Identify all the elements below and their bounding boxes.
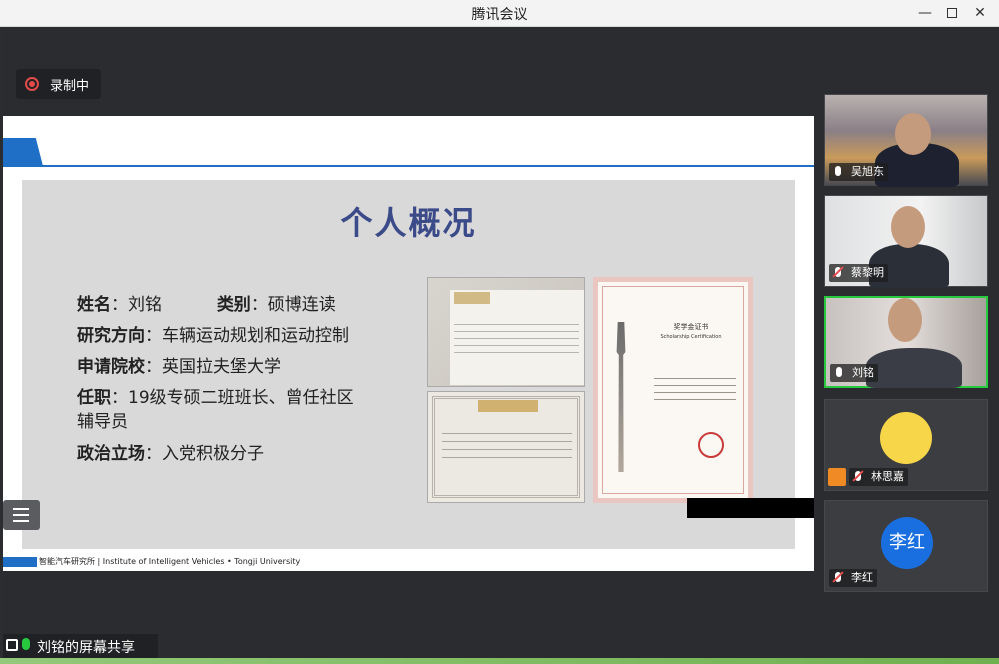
honor-certificate-image-2	[427, 391, 585, 503]
mic-muted-icon	[835, 572, 841, 582]
participant-name: 林思嘉	[871, 470, 904, 483]
participant-tile-active[interactable]: 刘铭	[824, 296, 988, 388]
recording-indicator[interactable]: 录制中	[16, 69, 101, 99]
mic-icon	[835, 166, 841, 176]
screen-share-indicator[interactable]: 刘铭的屏幕共享	[3, 634, 158, 658]
info-row-position-cont: 辅导员	[77, 412, 128, 432]
participant-name-tag: 李红	[829, 569, 877, 587]
title-bar: 腾讯会议 — ✕	[0, 0, 999, 27]
mic-icon	[836, 367, 842, 377]
info-value: ：硕博连读	[250, 295, 336, 315]
info-row-research: 研究方向：车辆运动规划和运动控制	[77, 321, 349, 346]
info-key: 类别	[216, 295, 251, 315]
info-row-school: 申请院校：英国拉夫堡大学	[77, 352, 281, 377]
mic-muted-icon	[835, 267, 841, 277]
participant-tile[interactable]: 李红 李红	[824, 500, 988, 592]
participant-name-tag: 刘铭	[830, 364, 878, 382]
scholarship-certificate-image: 奖学金证书 Scholarship Certification	[593, 277, 753, 503]
tencent-meeting-window: 腾讯会议 — ✕ 录制中 个人概况 姓名：刘铭 类别：硕博连读 研究方向：车辆运…	[0, 0, 999, 664]
mic-muted-icon	[855, 471, 861, 481]
info-row-position: 任职：19级专硕二班班长、曾任社区	[77, 383, 354, 408]
certificate-title: 奖学金证书	[673, 323, 709, 331]
info-value: ：19级专硕二班班长、曾任社区	[111, 388, 354, 408]
footer-accent	[3, 557, 37, 567]
presentation-slide: 个人概况 姓名：刘铭 类别：硕博连读 研究方向：车辆运动规划和运动控制 申请院校…	[3, 116, 814, 571]
info-value: ：车辆运动规划和运动控制	[145, 326, 349, 346]
participant-name-tag: 蔡黎明	[829, 264, 888, 282]
participant-tile[interactable]: 林思嘉	[824, 399, 988, 491]
slide-heading: 个人概况	[340, 204, 477, 242]
info-row-politics: 政治立场：入党积极分子	[77, 439, 264, 464]
screen-icon	[6, 639, 18, 651]
taskbar-strip	[0, 658, 999, 664]
shared-screen-area: 录制中 个人概况 姓名：刘铭 类别：硕博连读 研究方向：车辆运动规划和运动控制	[3, 28, 814, 658]
info-value: ：刘铭	[111, 295, 162, 315]
info-key: 研究方向	[77, 326, 145, 346]
info-key: 姓名	[77, 295, 111, 315]
list-menu-button[interactable]	[3, 500, 40, 530]
record-icon	[25, 77, 39, 91]
participant-tile[interactable]: 吴旭东	[824, 94, 988, 187]
participant-tile[interactable]: 蔡黎明	[824, 195, 988, 288]
close-button[interactable]: ✕	[968, 3, 992, 23]
recording-label: 录制中	[50, 79, 90, 94]
minimize-button[interactable]: —	[913, 3, 937, 23]
seal-icon	[698, 432, 724, 458]
slide-header-accent	[3, 138, 43, 166]
participant-name-tag: 吴旭东	[829, 163, 888, 181]
info-key: 任职	[77, 388, 111, 408]
participant-name: 吴旭东	[851, 165, 884, 178]
participant-name: 蔡黎明	[851, 266, 884, 279]
maximize-icon	[947, 8, 957, 18]
info-key: 政治立场	[77, 444, 145, 464]
occluding-box	[687, 498, 814, 518]
certificate-subtitle: Scholarship Certification	[660, 334, 722, 340]
participant-panel: 吴旭东 蔡黎明 刘铭 林思嘉 李红 李红	[815, 28, 999, 658]
window-title: 腾讯会议	[471, 7, 528, 23]
info-key: 申请院校	[77, 357, 145, 377]
slide-footer: 智能汽车研究所 | Institute of Intelligent Vehic…	[39, 557, 301, 566]
info-value: ：入党积极分子	[145, 444, 264, 464]
info-value: ：英国拉夫堡大学	[145, 357, 281, 377]
slide-header-line	[3, 165, 814, 167]
honor-certificate-image-1	[427, 277, 585, 387]
slide-content: 个人概况 姓名：刘铭 类别：硕博连读 研究方向：车辆运动规划和运动控制 申请院校…	[22, 180, 795, 549]
share-label: 刘铭的屏幕共享	[37, 640, 135, 656]
participant-name: 刘铭	[852, 366, 874, 379]
user-badge-icon	[828, 468, 846, 486]
participant-name-tag: 林思嘉	[849, 468, 908, 486]
participant-name: 李红	[851, 571, 873, 584]
avatar: 李红	[881, 517, 933, 569]
cartoon-avatar	[880, 412, 932, 464]
mic-icon	[22, 638, 30, 650]
maximize-button[interactable]	[940, 3, 964, 23]
info-row-name: 姓名：刘铭 类别：硕博连读	[77, 290, 336, 315]
